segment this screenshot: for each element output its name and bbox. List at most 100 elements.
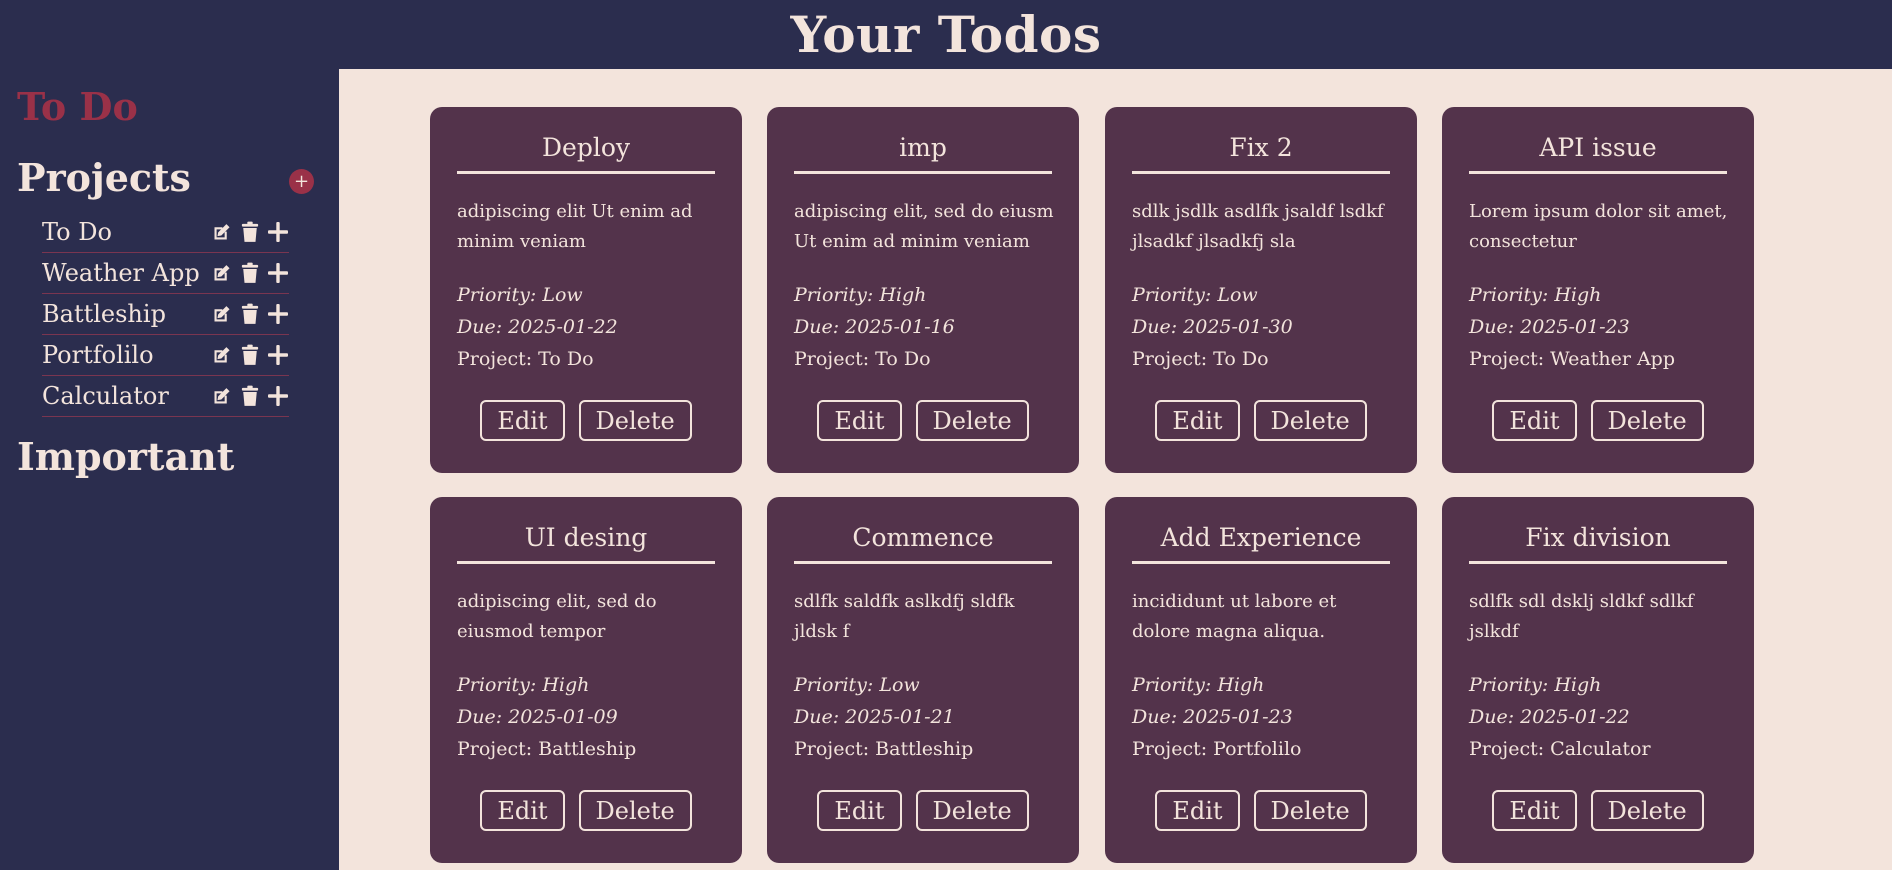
plus-icon[interactable] (266, 303, 289, 326)
todo-actions: Edit Delete (767, 400, 1079, 441)
todo-due-date: Due: 2025-01-23 (1469, 316, 1630, 338)
edit-icon[interactable] (210, 221, 233, 244)
todo-actions: Edit Delete (767, 790, 1079, 831)
todo-project: Project: Battleship (794, 738, 974, 760)
project-name: To Do (42, 218, 112, 246)
edit-button[interactable]: Edit (480, 790, 565, 831)
important-link[interactable]: Important (17, 438, 234, 476)
todo-card: Add Experience incididunt ut labore et d… (1105, 497, 1417, 863)
project-actions (210, 262, 289, 285)
todo-description: adipiscing elit, sed do eiusmod tempor (457, 591, 657, 642)
todo-priority: Priority: Low (457, 284, 583, 306)
todo-due-date: Due: 2025-01-16 (794, 316, 955, 338)
todo-description: sdlfk sdl dsklj sldkf sdlkf jslkdf (1469, 591, 1694, 642)
todo-description: adipiscing elit, sed do eiusm Ut enim ad… (794, 201, 1054, 252)
project-list: To Do Weather App Battleship Portfolilo … (42, 212, 289, 417)
edit-button[interactable]: Edit (1155, 400, 1240, 441)
trash-icon[interactable] (238, 262, 261, 285)
todo-card: API issue Lorem ipsum dolor sit amet, co… (1442, 107, 1754, 473)
project-actions (210, 303, 289, 326)
project-name: Weather App (42, 259, 200, 287)
add-project-button[interactable]: + (289, 169, 314, 194)
delete-button[interactable]: Delete (1590, 400, 1704, 441)
todo-title: UI desing (457, 525, 715, 564)
todo-priority: Priority: High (794, 284, 927, 306)
todo-actions: Edit Delete (1442, 400, 1754, 441)
delete-button[interactable]: Delete (1253, 400, 1367, 441)
delete-button[interactable]: Delete (915, 790, 1029, 831)
todo-due-date: Due: 2025-01-22 (457, 316, 618, 338)
trash-icon[interactable] (238, 303, 261, 326)
todo-project: Project: Calculator (1469, 738, 1651, 760)
todo-description: sdlk jsdlk asdlfk jsaldf lsdkf jlsadkf j… (1132, 201, 1384, 252)
edit-icon[interactable] (210, 344, 233, 367)
edit-button[interactable]: Edit (817, 400, 902, 441)
todo-project: Project: Weather App (1469, 348, 1675, 370)
app-brand[interactable]: To Do (17, 88, 138, 126)
todo-project: Project: To Do (794, 348, 931, 370)
todo-actions: Edit Delete (1105, 400, 1417, 441)
delete-button[interactable]: Delete (1590, 790, 1704, 831)
todo-card: Commence sdlfk saldfk aslkdfj sldfk jlds… (767, 497, 1079, 863)
sidebar: To Do Projects + To Do Weather App Battl… (0, 69, 339, 870)
projects-heading: Projects (17, 155, 191, 200)
project-item[interactable]: Weather App (42, 253, 289, 294)
todo-project: Project: Battleship (457, 738, 637, 760)
todo-title: Add Experience (1132, 525, 1390, 564)
project-item[interactable]: To Do (42, 212, 289, 253)
project-actions (210, 344, 289, 367)
todo-card: imp adipiscing elit, sed do eiusm Ut eni… (767, 107, 1079, 473)
todo-title: Deploy (457, 135, 715, 174)
project-name: Battleship (42, 300, 166, 328)
todo-priority: Priority: High (1469, 284, 1602, 306)
edit-button[interactable]: Edit (817, 790, 902, 831)
delete-button[interactable]: Delete (1253, 790, 1367, 831)
todo-description: incididunt ut labore et dolore magna ali… (1132, 591, 1337, 642)
trash-icon[interactable] (238, 385, 261, 408)
project-actions (210, 385, 289, 408)
todo-priority: Priority: Low (1132, 284, 1258, 306)
todo-description: adipiscing elit Ut enim ad minim veniam (457, 201, 693, 252)
edit-button[interactable]: Edit (480, 400, 565, 441)
edit-icon[interactable] (210, 262, 233, 285)
trash-icon[interactable] (238, 344, 261, 367)
todo-due-date: Due: 2025-01-21 (794, 706, 955, 728)
trash-icon[interactable] (238, 221, 261, 244)
todo-title: Fix 2 (1132, 135, 1390, 174)
todo-due-date: Due: 2025-01-30 (1132, 316, 1293, 338)
todo-card: Deploy adipiscing elit Ut enim ad minim … (430, 107, 742, 473)
plus-icon[interactable] (266, 221, 289, 244)
edit-button[interactable]: Edit (1492, 400, 1577, 441)
page-title: Your Todos (790, 4, 1102, 64)
todo-actions: Edit Delete (1105, 790, 1417, 831)
todo-card: Fix division sdlfk sdl dsklj sldkf sdlkf… (1442, 497, 1754, 863)
project-name: Portfolilo (42, 341, 154, 369)
todo-card: UI desing adipiscing elit, sed do eiusmo… (430, 497, 742, 863)
edit-button[interactable]: Edit (1492, 790, 1577, 831)
todo-title: imp (794, 135, 1052, 174)
plus-icon[interactable] (266, 262, 289, 285)
todo-actions: Edit Delete (430, 400, 742, 441)
todo-actions: Edit Delete (430, 790, 742, 831)
todo-due-date: Due: 2025-01-22 (1469, 706, 1630, 728)
project-item[interactable]: Battleship (42, 294, 289, 335)
plus-icon[interactable] (266, 344, 289, 367)
delete-button[interactable]: Delete (578, 790, 692, 831)
project-name: Calculator (42, 382, 169, 410)
delete-button[interactable]: Delete (578, 400, 692, 441)
delete-button[interactable]: Delete (915, 400, 1029, 441)
project-item[interactable]: Portfolilo (42, 335, 289, 376)
todo-title: Commence (794, 525, 1052, 564)
todo-actions: Edit Delete (1442, 790, 1754, 831)
page-header: Your Todos (0, 0, 1892, 69)
todo-description: Lorem ipsum dolor sit amet, consectetur (1469, 201, 1728, 252)
edit-button[interactable]: Edit (1155, 790, 1240, 831)
edit-icon[interactable] (210, 385, 233, 408)
todo-title: API issue (1469, 135, 1727, 174)
plus-icon[interactable] (266, 385, 289, 408)
todo-title: Fix division (1469, 525, 1727, 564)
project-actions (210, 221, 289, 244)
edit-icon[interactable] (210, 303, 233, 326)
project-item[interactable]: Calculator (42, 376, 289, 417)
todo-project: Project: Portfolilo (1132, 738, 1302, 760)
